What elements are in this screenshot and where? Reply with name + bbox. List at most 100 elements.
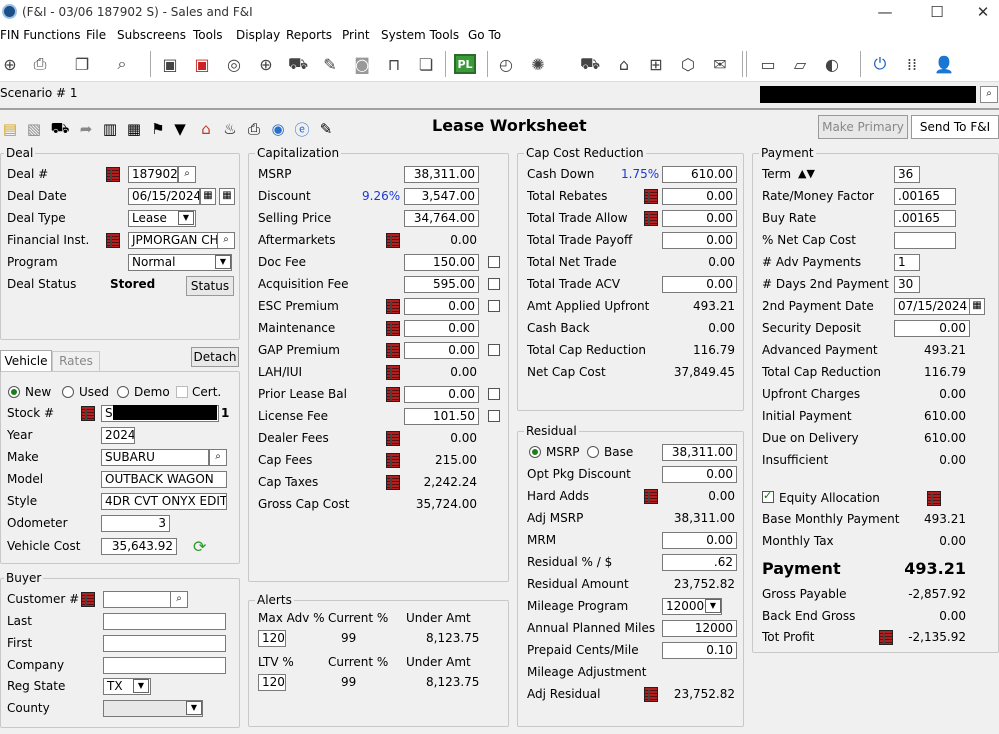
security-deposit-field[interactable]: 0.00 [894,320,970,337]
menu-display[interactable]: Display [236,28,280,42]
calendar-icon[interactable]: ▦ [200,188,216,205]
doc-fee-checkbox[interactable] [488,256,500,268]
search-icon[interactable]: ⌕ [112,54,132,74]
company-field[interactable] [103,657,226,674]
total-trade-acv-field[interactable]: 0.00 [662,276,737,293]
gap-premium-field[interactable]: 0.00 [404,342,479,359]
book-icon[interactable] [386,475,400,490]
refresh-icon[interactable]: ⟳ [193,537,206,556]
prior-lease-bal-checkbox[interactable] [488,388,500,400]
compass-icon[interactable]: ◐ [822,54,842,74]
equity-allocation-checkbox[interactable]: ✓ [762,489,774,503]
msrp-radio[interactable] [529,446,541,458]
vehicle-icon[interactable]: ⛟ [580,54,600,74]
book-icon[interactable] [644,189,658,204]
mail-icon[interactable]: ✉ [710,54,730,74]
vehicle-cost-field[interactable]: 35,643.92 [101,538,177,555]
customer-field[interactable] [103,591,171,608]
save-red-icon[interactable]: ▣ [192,54,212,74]
book-icon[interactable] [927,491,941,506]
term-field[interactable]: 36 [894,166,920,183]
table-icon[interactable]: ▦ [124,118,144,140]
book-icon[interactable] [106,233,120,248]
book-icon[interactable] [386,387,400,402]
esc-premium-field[interactable]: 0.00 [404,298,479,315]
msrp-field[interactable]: 38,311.00 [404,166,479,183]
book-icon[interactable] [386,365,400,380]
acquisition-fee-checkbox[interactable] [488,278,500,290]
car-icon[interactable]: ⛟ [288,54,308,74]
residual-field[interactable]: .62 [662,554,737,571]
rate-money-factor-field[interactable]: .00165 [894,188,956,205]
documents-icon[interactable]: ❏ [416,54,436,74]
book-icon[interactable] [386,453,400,468]
chevron-down-icon[interactable]: ▼ [133,679,149,693]
p-icon[interactable]: ◙ [352,54,372,74]
copy-icon[interactable]: ❐ [72,54,92,74]
edit-icon[interactable]: ✎ [320,54,340,74]
arrow-icon[interactable]: ➦ [76,118,96,140]
pl-icon[interactable]: PL [454,54,476,74]
prepaid-cents-mile-field[interactable]: 0.10 [662,642,737,659]
book-icon[interactable] [644,489,658,504]
book-icon[interactable] [644,211,658,226]
acquisition-fee-field[interactable]: 595.00 [404,276,479,293]
days-2nd-payment-field[interactable]: 30 [894,276,920,293]
power-icon[interactable]: ⏻ [870,54,890,74]
grid-icon[interactable]: ⊞ [646,54,666,74]
book-icon[interactable] [386,233,400,248]
doc-fee-field[interactable]: 150.00 [404,254,479,271]
document-icon[interactable]: ▥ [100,118,120,140]
apps-icon[interactable]: ⁞⁞ [902,54,922,74]
prior-lease-bal-field[interactable]: 0.00 [404,386,479,403]
financial-inst-field[interactable]: JPMORGAN CHA [128,232,218,249]
cash-down-field[interactable]: 610.00 [662,166,737,183]
maximize-button[interactable]: ☐ [914,2,960,24]
last-field[interactable] [103,613,226,630]
gap-premium-checkbox[interactable] [488,344,500,356]
esc-premium-checkbox[interactable] [488,300,500,312]
term-up-down-icon[interactable]: ▲▼ [798,167,815,180]
total-trade-payoff-field[interactable]: 0.00 [662,232,737,249]
total-rebates-field[interactable]: 0.00 [662,188,737,205]
folder-icon[interactable]: ▱ [790,54,810,74]
calendar-picker-icon[interactable]: ▦ [219,188,235,205]
detach-button[interactable]: Detach [191,347,239,367]
gauge-icon[interactable]: ◴ [496,54,516,74]
send-to-fi-button[interactable]: Send To F&I [911,115,999,139]
print-icon[interactable]: ⎙ [30,54,50,74]
menu-reports[interactable]: Reports [286,28,332,42]
odometer-field[interactable]: 3 [101,515,170,532]
sun-icon[interactable]: ✺ [528,54,548,74]
deal-number-field[interactable]: 187902 [128,166,178,183]
house-icon[interactable]: ⌂ [196,118,216,140]
book-icon[interactable] [386,431,400,446]
customer-search-icon[interactable]: ⌕ [170,591,188,608]
base-radio[interactable] [587,446,599,458]
chevron-down-icon[interactable]: ▼ [215,255,231,269]
dropdown-icon[interactable]: ▼ [170,118,190,140]
opt-pkg-discount-field[interactable]: 0.00 [662,466,737,483]
calendar-icon[interactable]: ▭ [758,54,778,74]
menu-system-tools[interactable]: System Tools [381,28,459,42]
adv-payments-field[interactable]: 1 [894,254,920,271]
close-button[interactable]: ✕ [960,2,999,24]
printer-icon[interactable]: ⎙ [244,118,264,140]
financial-inst-search-icon[interactable]: ⌕ [217,232,235,249]
scenario-search-icon[interactable]: ⌕ [980,86,998,103]
residual-msrp-field[interactable]: 38,311.00 [662,444,737,461]
license-fee-checkbox[interactable] [488,410,500,422]
book-icon[interactable] [81,592,95,607]
buy-rate-field[interactable]: .00165 [894,210,956,227]
lock-icon[interactable]: ⊓ [384,54,404,74]
status-button[interactable]: Status [186,276,234,296]
demo-radio[interactable] [117,386,129,398]
crosshair-icon[interactable]: ⊕ [256,54,276,74]
net-cap-cost-field[interactable] [894,232,956,249]
book-icon[interactable] [106,167,120,182]
menu-tools[interactable]: Tools [193,28,223,42]
chevron-down-icon[interactable]: ▼ [705,599,721,613]
flag-icon[interactable]: ⚑ [148,118,168,140]
ltv-field[interactable]: 120 [258,674,286,691]
deal-search-icon[interactable]: ⌕ [178,166,196,183]
